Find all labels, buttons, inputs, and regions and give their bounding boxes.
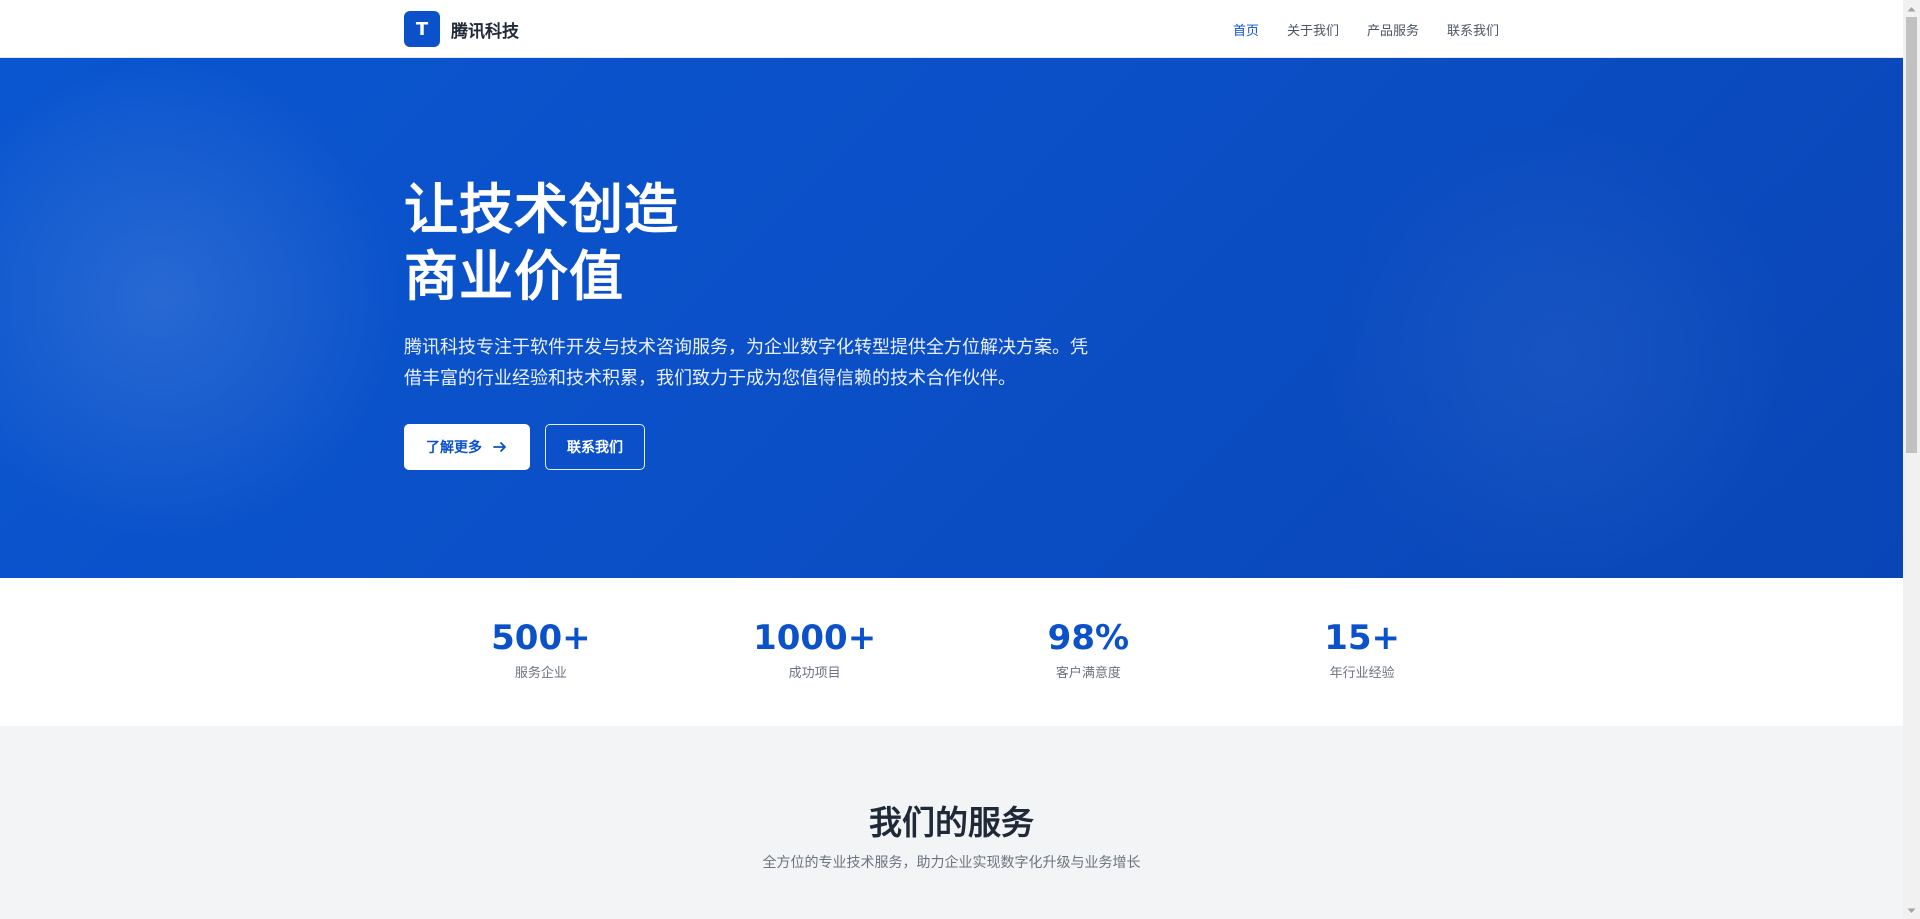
- nav-item-products[interactable]: 产品服务: [1367, 20, 1419, 39]
- services-subtitle: 全方位的专业技术服务，助力企业实现数字化升级与业务增长: [762, 855, 1141, 871]
- arrow-right-icon: [493, 442, 506, 452]
- learn-more-label: 了解更多: [426, 440, 482, 456]
- stat-value: 1000+: [753, 618, 877, 658]
- hero-actions: 了解更多 联系我们: [404, 424, 1499, 470]
- nav-item-contact[interactable]: 联系我们: [1447, 20, 1499, 39]
- stat-label: 年行业经验: [1329, 666, 1395, 681]
- learn-more-button[interactable]: 了解更多: [404, 424, 530, 470]
- stat-item: 1000+ 成功项目: [678, 578, 952, 726]
- contact-us-label: 联系我们: [567, 440, 623, 456]
- brand[interactable]: T 腾讯科技: [404, 11, 519, 47]
- stat-label: 服务企业: [514, 666, 567, 681]
- nav-item-about[interactable]: 关于我们: [1287, 20, 1339, 39]
- stat-item: 15+ 年行业经验: [1225, 578, 1499, 726]
- scroll-down-icon[interactable]: [1903, 902, 1920, 919]
- page: T 腾讯科技 首页 关于我们 产品服务 联系我们 让技术创造 商业价值 腾讯科技…: [0, 0, 1920, 919]
- stat-value: 98%: [1047, 618, 1130, 658]
- services-title: 我们的服务: [869, 803, 1034, 842]
- main-nav: 首页 关于我们 产品服务 联系我们: [1233, 20, 1499, 39]
- hero-title-line-2: 商业价值: [404, 245, 624, 308]
- brand-name[interactable]: 腾讯科技: [451, 17, 519, 42]
- stat-item: 500+ 服务企业: [404, 578, 678, 726]
- logo[interactable]: T: [404, 11, 440, 47]
- nav-item-home[interactable]: 首页: [1233, 20, 1259, 39]
- hero-section: 让技术创造 商业价值 腾讯科技专注于软件开发与技术咨询服务，为企业数字化转型提供…: [0, 58, 1903, 578]
- scrollbar-thumb[interactable]: [1906, 17, 1917, 453]
- stat-value: 15+: [1324, 618, 1401, 658]
- hero-description: 腾讯科技专注于软件开发与技术咨询服务，为企业数字化转型提供全方位解决方案。凭借丰…: [404, 337, 1088, 389]
- hero-title: 让技术创造 商业价值: [404, 176, 1499, 310]
- viewport: T 腾讯科技 首页 关于我们 产品服务 联系我们 让技术创造 商业价值 腾讯科技…: [0, 0, 1903, 919]
- vertical-scrollbar[interactable]: [1903, 0, 1920, 919]
- stat-value: 500+: [491, 618, 591, 658]
- stat-label: 成功项目: [788, 666, 841, 681]
- stats-section: 500+ 服务企业 1000+ 成功项目 98% 客户满意度 15+ 年行业经验: [0, 578, 1903, 726]
- hero-title-line-1: 让技术创造: [404, 178, 679, 241]
- scroll-up-icon[interactable]: [1903, 0, 1920, 17]
- stat-label: 客户满意度: [1055, 666, 1121, 681]
- site-header: T 腾讯科技 首页 关于我们 产品服务 联系我们: [0, 0, 1903, 58]
- stat-item: 98% 客户满意度: [952, 578, 1226, 726]
- services-section: 我们的服务 全方位的专业技术服务，助力企业实现数字化升级与业务增长: [0, 726, 1903, 919]
- contact-us-button[interactable]: 联系我们: [545, 424, 645, 470]
